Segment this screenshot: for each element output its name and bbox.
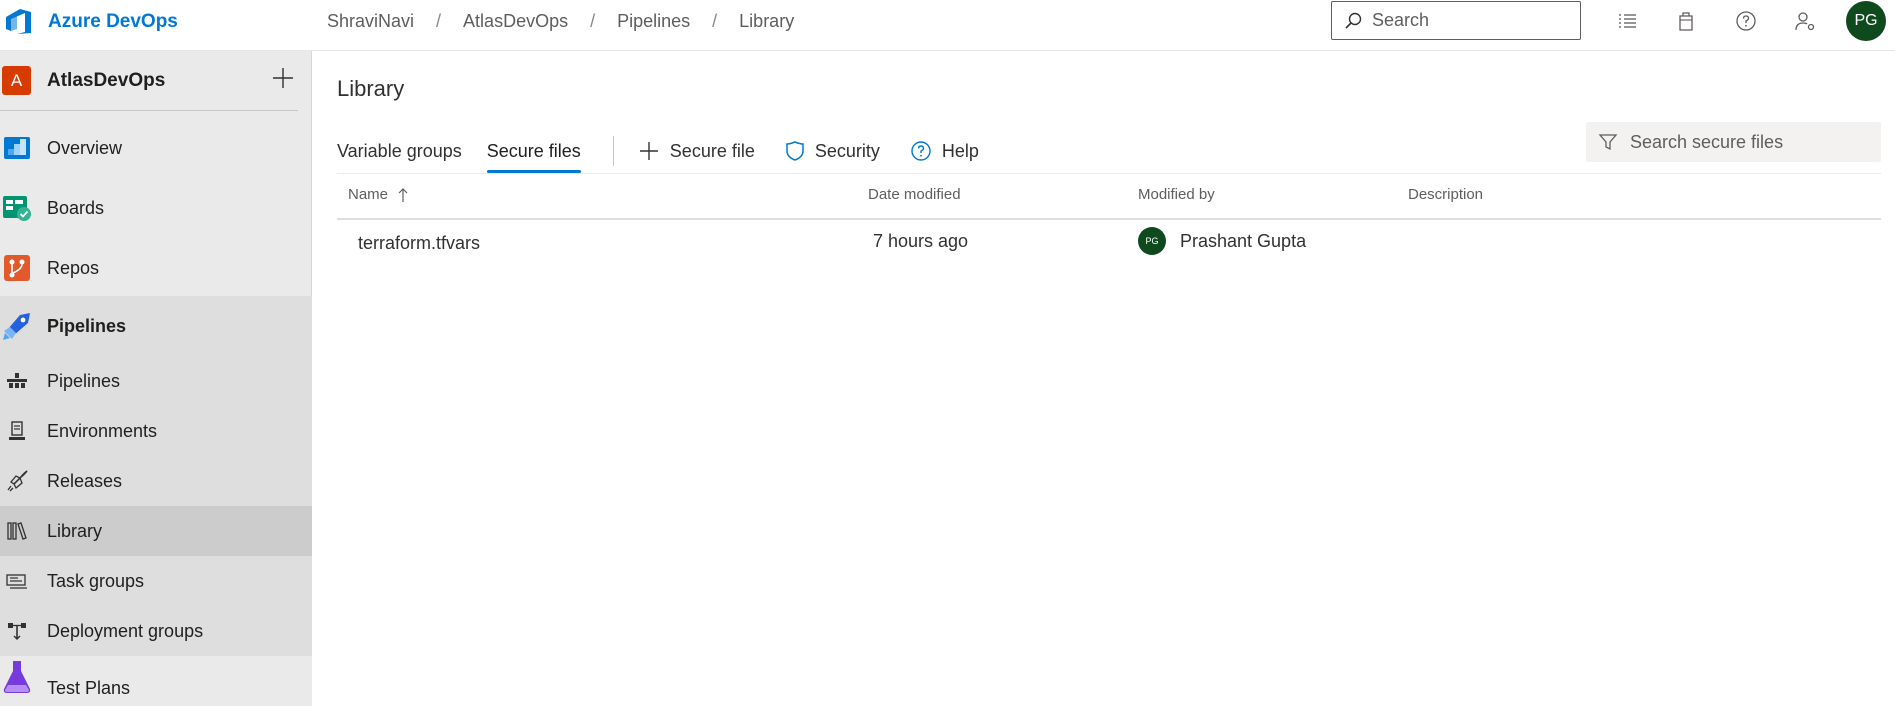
sidebar-item-label: Pipelines bbox=[47, 370, 121, 391]
work-items-icon[interactable] bbox=[1614, 8, 1640, 34]
filter-icon bbox=[1598, 134, 1618, 151]
brand[interactable]: Azure DevOps bbox=[4, 0, 178, 43]
project-name[interactable]: AtlasDevOps bbox=[47, 70, 165, 92]
modified-by-cell: PG Prashant Gupta bbox=[1138, 218, 1306, 264]
repos-icon bbox=[2, 253, 32, 283]
sidebar-item-repos[interactable]: Repos bbox=[0, 238, 312, 298]
tab-secure-files[interactable]: Secure files bbox=[486, 129, 581, 173]
breadcrumb-page[interactable]: Library bbox=[739, 11, 794, 32]
column-header-label: Name bbox=[348, 186, 389, 203]
secure-files-filter[interactable] bbox=[1586, 122, 1881, 162]
deployment-groups-icon bbox=[6, 620, 28, 642]
azure-devops-logo-icon bbox=[6, 8, 31, 34]
breadcrumb-separator: / bbox=[590, 11, 596, 31]
sidebar-item-pipelines[interactable]: Pipelines bbox=[0, 296, 312, 356]
column-header-description[interactable]: Description bbox=[1408, 186, 1483, 203]
org-header: A AtlasDevOps bbox=[0, 51, 312, 111]
table-row[interactable]: terraform.tfvars 7 hours ago PG Prashant… bbox=[337, 220, 1881, 266]
sidebar-item-deployment-groups[interactable]: Deployment groups bbox=[0, 606, 312, 656]
breadcrumb-org[interactable]: ShraviNavi bbox=[327, 11, 414, 32]
help-label: Help bbox=[941, 140, 979, 161]
column-header-modified-by[interactable]: Modified by bbox=[1138, 186, 1215, 203]
pipelines-sub-icon bbox=[6, 370, 28, 392]
main-content: Library Variable groups Secure files Sec… bbox=[313, 51, 1895, 706]
library-icon bbox=[6, 520, 28, 542]
sidebar-item-label: Test Plans bbox=[47, 678, 131, 698]
sidebar-item-label: Deployment groups bbox=[47, 620, 204, 641]
sidebar-item-environments[interactable]: Environments bbox=[0, 406, 312, 456]
tab-variable-groups[interactable]: Variable groups bbox=[337, 129, 462, 173]
help-button[interactable]: Help bbox=[910, 129, 979, 173]
sidebar-item-task-groups[interactable]: Task groups bbox=[0, 556, 312, 606]
marketplace-icon[interactable] bbox=[1673, 8, 1699, 34]
user-settings-icon[interactable] bbox=[1792, 8, 1818, 34]
question-circle-icon bbox=[1736, 11, 1756, 31]
boards-icon bbox=[2, 193, 32, 223]
sidebar-item-label: Overview bbox=[47, 137, 123, 158]
sidebar-item-pipelines-sub[interactable]: Pipelines bbox=[0, 356, 312, 406]
shield-icon bbox=[786, 141, 804, 161]
column-header-name[interactable]: Name bbox=[348, 186, 410, 203]
date-modified-cell: 7 hours ago bbox=[873, 230, 969, 251]
test-plans-icon bbox=[2, 661, 32, 693]
search-icon bbox=[1345, 12, 1362, 29]
security-label: Security bbox=[814, 140, 880, 161]
column-header-label: Description bbox=[1408, 186, 1484, 203]
page-title: Library bbox=[337, 76, 405, 101]
divider bbox=[612, 136, 614, 166]
breadcrumb-separator: / bbox=[436, 11, 442, 31]
environments-icon bbox=[6, 420, 28, 442]
file-name-cell[interactable]: terraform.tfvars bbox=[358, 220, 480, 266]
overview-icon bbox=[2, 133, 32, 163]
task-groups-icon bbox=[6, 570, 28, 592]
sidebar-item-label: Task groups bbox=[47, 570, 145, 591]
add-secure-file-label: Secure file bbox=[669, 140, 755, 161]
divider bbox=[0, 110, 298, 111]
security-button[interactable]: Security bbox=[785, 129, 880, 173]
top-bar: Azure DevOps ShraviNavi / AtlasDevOps / … bbox=[0, 0, 1895, 51]
plus-icon bbox=[639, 142, 658, 160]
sidebar-item-library[interactable]: Library bbox=[0, 506, 312, 556]
breadcrumb-separator: / bbox=[712, 11, 718, 31]
tab-bar: Variable groups Secure files Secure file… bbox=[337, 126, 979, 176]
sort-ascending-icon bbox=[398, 187, 408, 202]
modified-by-name: Prashant Gupta bbox=[1180, 230, 1307, 251]
pipelines-icon bbox=[2, 311, 32, 341]
sidebar-item-releases[interactable]: Releases bbox=[0, 456, 312, 506]
sidebar-item-label: Repos bbox=[47, 257, 100, 278]
divider bbox=[337, 173, 1881, 174]
sidebar: A AtlasDevOps Overview Boards Repos Pipe… bbox=[0, 51, 312, 706]
global-search-input[interactable] bbox=[1372, 10, 1572, 31]
add-secure-file-button[interactable]: Secure file bbox=[638, 129, 755, 173]
checklist-icon bbox=[1619, 14, 1636, 28]
plus-icon[interactable] bbox=[270, 65, 296, 91]
breadcrumb-project[interactable]: AtlasDevOps bbox=[463, 11, 568, 32]
sidebar-item-label: Environments bbox=[47, 420, 158, 441]
column-header-label: Modified by bbox=[1138, 186, 1215, 203]
person-gear-icon bbox=[1795, 12, 1815, 31]
user-avatar[interactable]: PG bbox=[1846, 1, 1886, 41]
sidebar-item-boards[interactable]: Boards bbox=[0, 178, 312, 238]
secure-files-search-input[interactable] bbox=[1630, 131, 1870, 153]
question-circle-icon bbox=[911, 141, 931, 161]
column-header-date-modified[interactable]: Date modified bbox=[868, 186, 961, 203]
sidebar-item-label: Releases bbox=[47, 470, 123, 491]
app-name: Azure DevOps bbox=[48, 10, 178, 32]
column-header-label: Date modified bbox=[868, 186, 961, 203]
breadcrumb-section[interactable]: Pipelines bbox=[617, 11, 690, 32]
breadcrumb: ShraviNavi / AtlasDevOps / Pipelines / L… bbox=[327, 0, 794, 43]
avatar: PG bbox=[1138, 227, 1166, 255]
global-search-box[interactable] bbox=[1331, 1, 1581, 40]
rocket-icon bbox=[6, 470, 28, 492]
sidebar-item-test-plans[interactable]: Test Plans bbox=[0, 656, 312, 706]
shopping-bag-icon bbox=[1679, 12, 1693, 31]
project-badge: A bbox=[2, 66, 31, 95]
sidebar-item-label: Library bbox=[47, 520, 103, 541]
help-icon[interactable] bbox=[1733, 8, 1759, 34]
sidebar-item-label: Pipelines bbox=[47, 315, 127, 336]
sidebar-item-overview[interactable]: Overview bbox=[0, 118, 312, 178]
sidebar-item-label: Boards bbox=[47, 197, 105, 218]
